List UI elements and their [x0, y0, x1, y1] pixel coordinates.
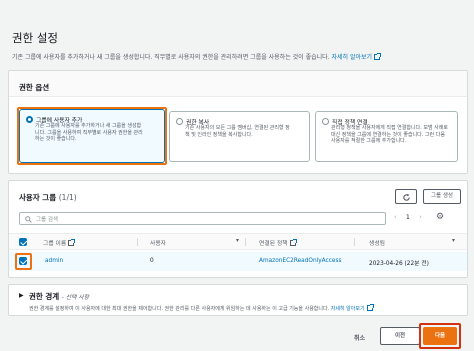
group-search-input[interactable]: 그룹 검색 — [19, 212, 386, 225]
optional-label: - 선택 사항 — [61, 295, 89, 301]
learn-more-link[interactable]: 자세히 알아보기 — [331, 306, 365, 312]
table-header: 그룹 이름 사용자 ▾ 연결된 정책 생성됨 ▾ — [9, 233, 467, 250]
search-icon — [25, 216, 32, 223]
column-users[interactable]: 사용자 — [150, 238, 166, 247]
table-row[interactable]: admin 0 AmazonEC2ReadOnlyAccess 2023-04-… — [9, 252, 467, 271]
permissions-boundary-panel: ▶ 권한 경계 - 선택 사항 권한 경계를 설정하여 이 사용자에 대한 최대… — [8, 284, 468, 316]
sort-caret-icon[interactable]: ▾ — [236, 238, 239, 244]
highlight-next-button — [419, 323, 461, 349]
learn-more-link[interactable]: 자세히 알아보기 — [331, 54, 372, 61]
prev-page-arrow[interactable]: ‹ — [394, 213, 397, 221]
highlight-selected-option — [17, 107, 167, 165]
cancel-button[interactable]: 취소 — [354, 333, 365, 342]
group-created-date: 2023-04-26 (22분 전) — [369, 261, 429, 267]
attached-policy-link[interactable]: AmazonEC2ReadOnlyAccess — [259, 258, 342, 264]
user-groups-count: (1/1) — [58, 193, 77, 202]
column-divider — [354, 238, 355, 246]
group-user-count: 0 — [150, 258, 154, 264]
refresh-button[interactable] — [395, 189, 417, 204]
column-created[interactable]: 생성됨 — [369, 238, 385, 247]
column-divider — [137, 238, 138, 246]
radio-button[interactable] — [176, 118, 183, 125]
user-groups-header: 사용자 그룹 (1/1) — [19, 192, 77, 203]
external-link-icon — [289, 239, 297, 246]
column-group-name[interactable]: 그룹 이름 — [43, 238, 76, 247]
highlight-row-checkbox — [15, 253, 32, 270]
user-groups-panel: 사용자 그룹 (1/1) 그룹 생성 그룹 검색 ‹ 1 › ⚙ 그룹 이름 사… — [8, 180, 468, 278]
radio-button[interactable] — [322, 118, 329, 125]
permissions-boundary-desc-text: 권한 경계를 설정하여 이 사용자에 대한 최대 권한을 제어합니다. 권한 관… — [29, 306, 330, 312]
create-group-label: 그룹 생성 — [431, 193, 453, 199]
select-all-checkbox[interactable] — [19, 238, 27, 246]
external-link-icon — [366, 304, 374, 311]
sort-caret-icon[interactable]: ▾ — [452, 238, 455, 244]
group-name-link[interactable]: admin — [45, 258, 63, 264]
settings-gear-icon[interactable]: ⚙ — [436, 212, 444, 222]
column-attached-policies[interactable]: 연결된 정책 — [259, 238, 297, 247]
option-copy-permissions[interactable]: 권한 복사 기존 사용자의 모든 그룹 멤버십, 연결된 관리형 정책 및 인라… — [169, 111, 310, 162]
page-title: 권한 설정 — [12, 31, 58, 45]
permissions-boundary-title[interactable]: 권한 경계 - 선택 사항 — [29, 291, 89, 302]
column-attached-policies-label: 연결된 정책 — [259, 241, 288, 247]
external-link-icon — [68, 239, 76, 246]
search-placeholder: 그룹 검색 — [36, 217, 58, 223]
option-description: 기존 사용자의 모든 그룹 멤버십, 연결된 관리형 정책 및 인라인 정책을 … — [185, 125, 290, 138]
user-groups-title: 사용자 그룹 — [19, 193, 57, 202]
permission-options-header-strip — [9, 71, 467, 97]
expand-caret-icon[interactable]: ▶ — [19, 292, 24, 299]
permission-options-panel: 권한 옵션 그룹에 사용자 추가 기존 그룹에 사용자를 추가하거나 새 그룹을… — [8, 70, 468, 174]
page-description-text: 기존 그룹에 사용자를 추가하거나 새 그룹을 생성합니다. 직무별로 사용자의… — [12, 54, 330, 61]
create-group-button[interactable]: 그룹 생성 — [423, 189, 461, 204]
option-attach-policies-directly[interactable]: 직접 정책 연결 관리형 정책을 사용자에게 직접 연결합니다. 모범 사례로 … — [315, 111, 458, 162]
page-description: 기존 그룹에 사용자를 추가하거나 새 그룹을 생성합니다. 직무별로 사용자의… — [12, 52, 382, 61]
option-description: 관리형 정책을 사용자에게 직접 연결합니다. 모범 사례로 대신 정책을 그룹… — [331, 125, 448, 144]
previous-label: 이전 — [394, 333, 406, 339]
next-page-arrow[interactable]: › — [419, 213, 422, 221]
page-number[interactable]: 1 — [406, 214, 410, 221]
external-link-icon — [374, 53, 382, 60]
permissions-boundary-desc: 권한 경계를 설정하여 이 사용자에 대한 최대 권한을 제어합니다. 권한 관… — [29, 304, 374, 312]
permission-options-header: 권한 옵션 — [19, 83, 50, 92]
column-divider — [245, 238, 246, 246]
column-group-name-label: 그룹 이름 — [43, 241, 67, 247]
previous-button[interactable]: 이전 — [380, 327, 420, 345]
permissions-boundary-label: 권한 경계 — [29, 292, 60, 301]
refresh-icon — [402, 193, 410, 201]
